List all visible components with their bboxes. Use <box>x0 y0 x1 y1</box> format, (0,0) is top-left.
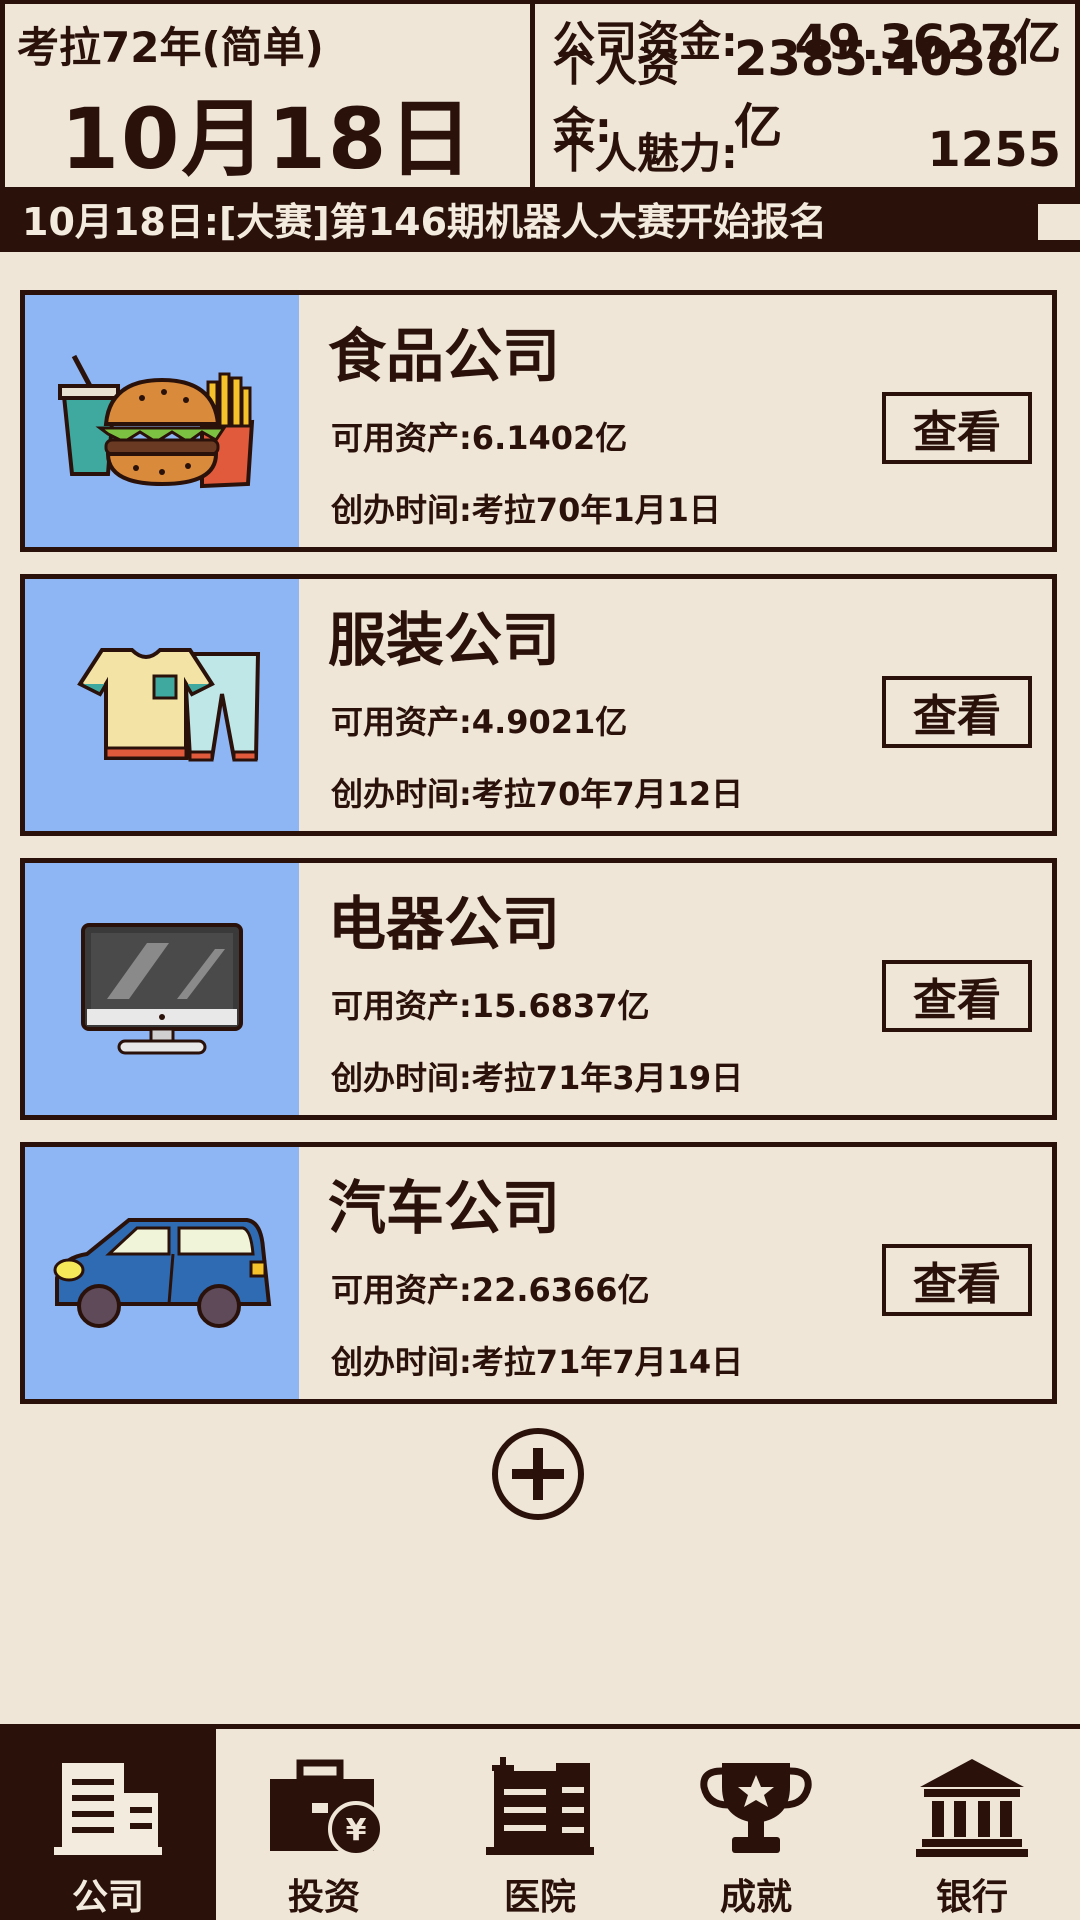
burger-icon <box>25 295 299 547</box>
view-button[interactable]: 查看 <box>882 676 1032 748</box>
nav-item-investment[interactable]: ¥ 投资 <box>216 1729 432 1920</box>
company-name: 食品公司 <box>328 322 561 390</box>
company-founded: 创办时间:考拉70年7月12日 <box>331 775 744 813</box>
view-button[interactable]: 查看 <box>882 1244 1032 1316</box>
company-asset: 可用资产:6.1402亿 <box>331 419 628 457</box>
bank-icon <box>914 1753 1030 1860</box>
stats-panel: 公司资金: 49.3627亿 个人资金: 2385.4038亿 个人魅力: 12… <box>535 4 1075 187</box>
briefcase-icon: ¥ <box>266 1753 382 1860</box>
company-founded: 创办时间:考拉71年7月14日 <box>331 1343 744 1381</box>
news-ticker[interactable]: 10月18日:[大赛]第146期机器人大赛开始报名 <box>0 192 1080 252</box>
bottom-nav: 公司 ¥ 投资 医院 成就 银行 <box>0 1724 1080 1920</box>
company-card-electronics: 电器公司 可用资产:15.6837亿 创办时间:考拉71年3月19日 查看 <box>20 858 1057 1120</box>
nav-item-bank[interactable]: 银行 <box>864 1729 1080 1920</box>
view-button[interactable]: 查看 <box>882 392 1032 464</box>
company-asset: 可用资产:4.9021亿 <box>331 703 628 741</box>
company-name: 汽车公司 <box>328 1174 561 1242</box>
company-name: 电器公司 <box>328 890 561 958</box>
ticker-toggle[interactable] <box>1034 200 1080 244</box>
nav-label: 银行 <box>935 1877 1008 1918</box>
hospital-icon <box>482 1753 598 1860</box>
trophy-icon <box>698 1753 814 1860</box>
company-name: 服装公司 <box>328 606 561 674</box>
company-asset: 可用资产:15.6837亿 <box>331 987 650 1025</box>
company-card-clothing: 服装公司 可用资产:4.9021亿 创办时间:考拉70年7月12日 查看 <box>20 574 1057 836</box>
stat-personal-funds: 个人资金: 2385.4038亿 <box>553 31 1061 155</box>
nav-label: 医院 <box>503 1877 576 1918</box>
news-ticker-text: 10月18日:[大赛]第146期机器人大赛开始报名 <box>22 200 828 244</box>
stat-label: 个人魅力: <box>553 128 738 178</box>
year-label: 考拉72年(简单) <box>17 23 324 72</box>
car-icon <box>25 1147 299 1399</box>
svg-text:¥: ¥ <box>346 1813 367 1848</box>
building-icon <box>50 1753 166 1860</box>
nav-item-achievement[interactable]: 成就 <box>648 1729 864 1920</box>
nav-label: 成就 <box>719 1877 792 1918</box>
company-asset: 可用资产:22.6366亿 <box>331 1271 650 1309</box>
company-founded: 创办时间:考拉71年3月19日 <box>331 1059 744 1097</box>
current-date: 10月18日 <box>60 90 475 188</box>
add-company-button[interactable] <box>490 1426 586 1522</box>
company-founded: 创办时间:考拉70年1月1日 <box>331 491 721 529</box>
nav-label: 公司 <box>71 1877 144 1918</box>
header: 考拉72年(简单) 10月18日 公司资金: 49.3627亿 个人资金: 23… <box>0 0 1080 192</box>
company-card-car: 汽车公司 可用资产:22.6366亿 创办时间:考拉71年7月14日 查看 <box>20 1142 1057 1404</box>
date-panel: 考拉72年(简单) 10月18日 <box>5 4 535 188</box>
company-card-food: 食品公司 可用资产:6.1402亿 创办时间:考拉70年1月1日 查看 <box>20 290 1057 552</box>
clothes-icon <box>25 579 299 831</box>
nav-label: 投资 <box>287 1877 360 1918</box>
view-button[interactable]: 查看 <box>882 960 1032 1032</box>
nav-item-hospital[interactable]: 医院 <box>432 1729 648 1920</box>
nav-item-company[interactable]: 公司 <box>0 1729 216 1920</box>
monitor-icon <box>25 863 299 1115</box>
stat-value: 1255 <box>927 122 1061 178</box>
plus-circle-icon <box>492 1428 584 1520</box>
